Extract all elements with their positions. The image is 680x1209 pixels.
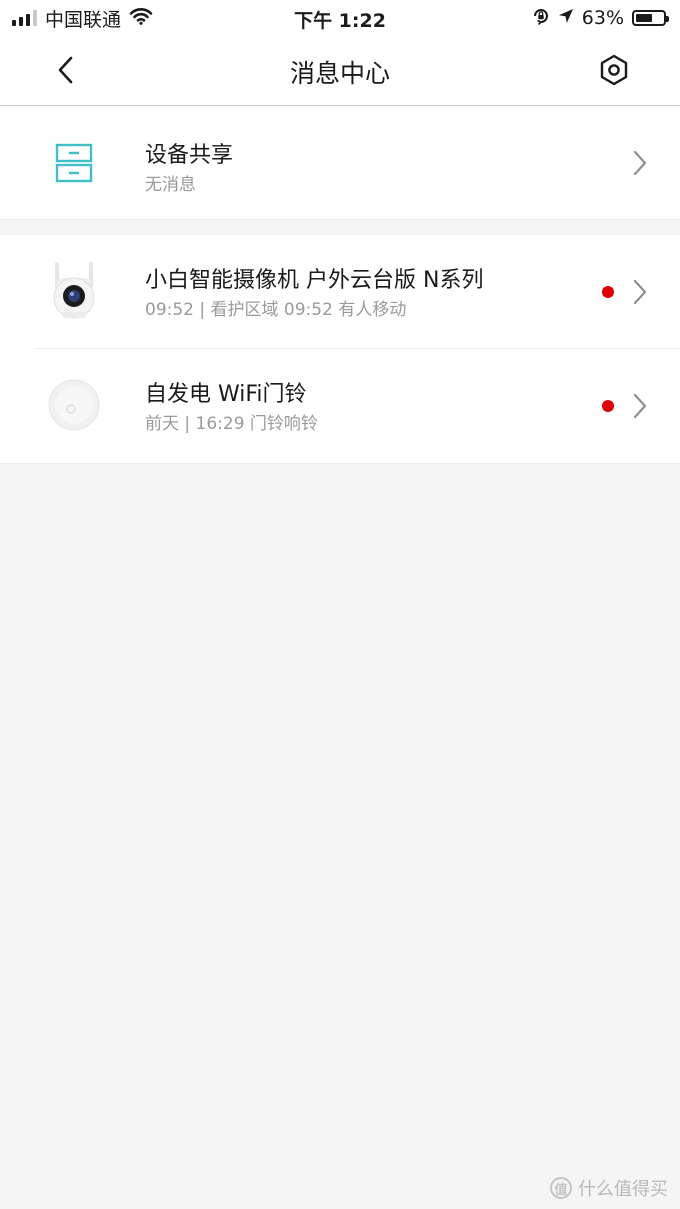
navigation-bar: 消息中心 (0, 36, 680, 106)
settings-button[interactable] (592, 48, 636, 92)
location-arrow-icon (558, 8, 574, 28)
unread-badge (602, 286, 614, 298)
device-share-section: 设备共享 无消息 (0, 106, 680, 220)
status-right: 63% (532, 6, 669, 30)
doorbell-thumbnail (44, 375, 104, 435)
device-last-message: 前天 | 16:29 门铃响铃 (145, 414, 318, 434)
device-title: 小白智能摄像机 户外云台版 N系列 (145, 268, 484, 293)
orientation-lock-icon (532, 7, 550, 29)
unread-badge (602, 400, 614, 412)
device-row-camera[interactable]: 小白智能摄像机 户外云台版 N系列 09:52 | 看护区域 09:52 有人移… (0, 235, 680, 348)
chevron-right-icon (628, 277, 652, 307)
chevron-right-icon (628, 148, 652, 178)
device-share-subtitle: 无消息 (145, 175, 196, 195)
camera-thumbnail (44, 261, 104, 321)
device-last-message: 09:52 | 看护区域 09:52 有人移动 (145, 300, 407, 320)
back-button[interactable] (44, 48, 88, 92)
watermark-logo: 值 (550, 1177, 572, 1199)
watermark-text: 什么值得买 (578, 1179, 668, 1200)
device-message-list: 小白智能摄像机 户外云台版 N系列 09:52 | 看护区域 09:52 有人移… (0, 234, 680, 464)
device-share-row[interactable]: 设备共享 无消息 (0, 106, 680, 219)
device-title: 自发电 WiFi门铃 (145, 382, 307, 407)
watermark: 值 什么值得买 (550, 1175, 668, 1201)
chevron-left-icon (58, 56, 73, 84)
page-title: 消息中心 (289, 59, 390, 88)
chevron-right-icon (628, 391, 652, 421)
device-share-icon (44, 133, 104, 193)
battery-percentage: 63% (581, 7, 624, 29)
status-bar: 中国联通 下午 1:22 63% (0, 0, 680, 36)
battery-level-fill (636, 14, 653, 22)
device-share-title: 设备共享 (145, 143, 234, 168)
hexagon-settings-icon (600, 54, 628, 86)
device-row-doorbell[interactable]: 自发电 WiFi门铃 前天 | 16:29 门铃响铃 (0, 349, 680, 462)
battery-icon (632, 10, 669, 26)
